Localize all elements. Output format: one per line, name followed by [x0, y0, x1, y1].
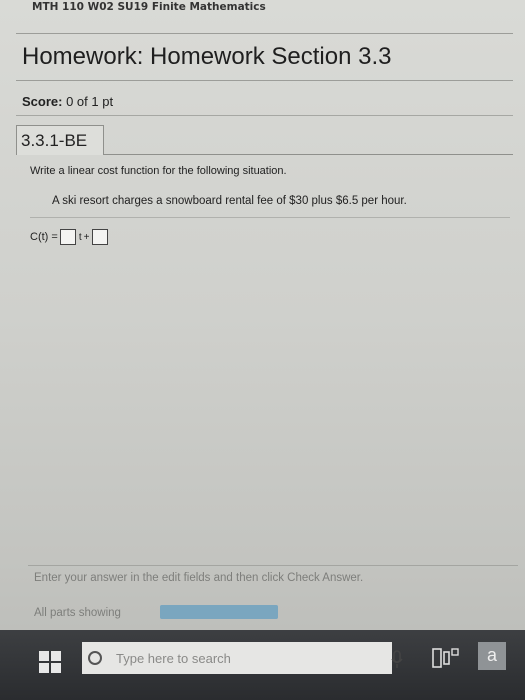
taskbar-search-box[interactable]: Type here to search [82, 642, 392, 674]
homework-screen: MTH 110 W02 SU19 Finite Mathematics Home… [0, 0, 525, 700]
question-problem: A ski resort charges a snowboard rental … [52, 195, 407, 207]
progress-bar [160, 605, 278, 619]
footer-divider [28, 565, 518, 566]
question-instruction: Write a linear cost function for the fol… [30, 165, 287, 177]
windows-icon[interactable] [38, 650, 62, 674]
parts-status: All parts showing [34, 607, 121, 619]
amazon-icon[interactable]: a [478, 642, 506, 670]
homework-title: Homework: Homework Section 3.3 [16, 33, 513, 81]
formula-plus: + [83, 231, 90, 243]
search-icon [88, 651, 102, 665]
problem-divider [30, 217, 510, 218]
formula-lhs: C(t) = [30, 231, 58, 243]
windows-taskbar: Type here to search a [0, 630, 525, 700]
task-view-icon[interactable] [432, 648, 460, 668]
answer-formula: C(t) = t + [30, 229, 110, 245]
score-bar: Score: 0 of 1 pt [16, 90, 513, 116]
course-title: MTH 110 W02 SU19 Finite Mathematics [32, 1, 266, 13]
question-id-tab[interactable]: 3.3.1-BE [16, 125, 104, 155]
score-value: 0 of 1 pt [66, 94, 114, 109]
microphone-icon[interactable] [390, 650, 404, 670]
intercept-input[interactable] [92, 229, 109, 245]
question-divider [104, 154, 513, 155]
help-text: Enter your answer in the edit fields and… [34, 572, 364, 584]
progress-fill [160, 605, 278, 619]
score-label: Score: [22, 94, 63, 109]
slope-input[interactable] [59, 229, 76, 245]
search-placeholder: Type here to search [116, 650, 231, 666]
formula-variable: t [78, 231, 82, 243]
